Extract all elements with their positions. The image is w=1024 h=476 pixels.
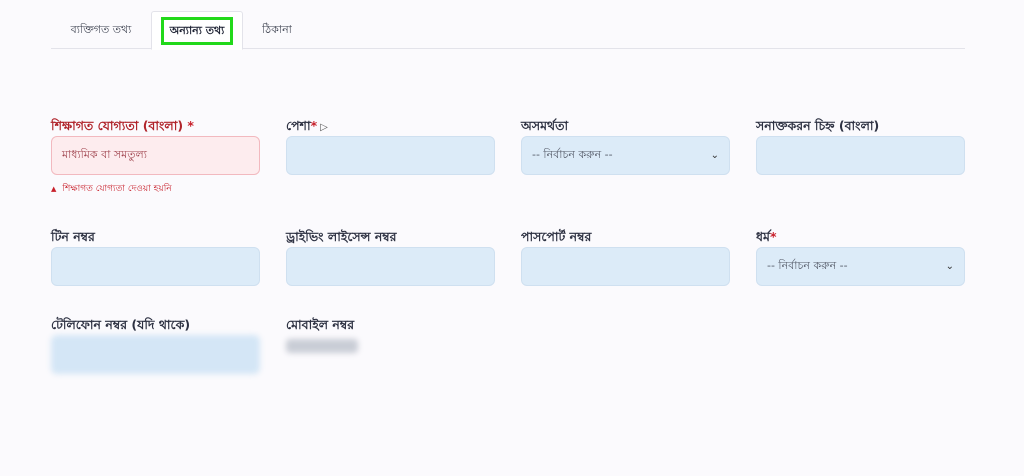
disability-field: অসমর্থতা -- নির্বাচন করুন -- ⌄: [521, 118, 730, 175]
tab-label: অন্যান্য তথ্য: [160, 16, 234, 45]
mouse-cursor-icon: ▷: [320, 122, 328, 133]
occupation-field: পেশা* ▷: [286, 118, 495, 175]
education-field: শিক্ষাগত যোগ্যতা (বাংলা) * মাধ্যমিক বা স…: [51, 118, 260, 196]
identification-mark-field: সনাক্তকরন চিহ্ন (বাংলা): [756, 118, 965, 175]
field-label: পাসপোর্ট নম্বর: [521, 229, 592, 244]
mobile-field: মোবাইল নম্বর: [286, 317, 495, 353]
tab-label: ব্যক্তিগত তথ্য: [70, 22, 132, 36]
driving-license-field: ড্রাইভিং লাইসেন্স নম্বর: [286, 229, 495, 286]
error-message: ▲ শিক্ষাগত যোগ্যতা দেওয়া হয়নি: [51, 184, 172, 194]
tab-bar: ব্যক্তিগত তথ্য অন্যান্য তথ্য ঠিকানা: [51, 11, 965, 50]
telephone-input[interactable]: [51, 335, 260, 374]
passport-input[interactable]: [521, 247, 730, 286]
tab-personal-info[interactable]: ব্যক্তিগত তথ্য: [51, 11, 151, 49]
tab-other-info[interactable]: অন্যান্য তথ্য: [151, 11, 243, 50]
field-label: সনাক্তকরন চিহ্ন (বাংলা): [756, 118, 880, 133]
education-input[interactable]: মাধ্যমিক বা সমতুল্য: [51, 136, 260, 175]
disability-select[interactable]: -- নির্বাচন করুন -- ⌄: [521, 136, 730, 175]
religion-select[interactable]: -- নির্বাচন করুন -- ⌄: [756, 247, 965, 286]
chevron-down-icon: ⌄: [945, 261, 954, 272]
occupation-input[interactable]: [286, 136, 495, 175]
mobile-value: [286, 339, 358, 353]
field-label: ড্রাইভিং লাইসেন্স নম্বর: [286, 229, 397, 244]
tin-field: টিন নম্বর: [51, 229, 260, 286]
field-label: মোবাইল নম্বর: [286, 317, 355, 332]
driving-license-input[interactable]: [286, 247, 495, 286]
identification-mark-input[interactable]: [756, 136, 965, 175]
religion-field: ধর্ম* -- নির্বাচন করুন -- ⌄: [756, 229, 965, 286]
tab-address[interactable]: ঠিকানা: [247, 11, 307, 49]
field-label: শিক্ষাগত যোগ্যতা (বাংলা) *: [51, 118, 194, 133]
field-label: টেলিফোন নম্বর (যদি থাকে): [51, 317, 191, 332]
passport-field: পাসপোর্ট নম্বর: [521, 229, 730, 286]
telephone-field: টেলিফোন নম্বর (যদি থাকে): [51, 317, 260, 374]
field-label: টিন নম্বর: [51, 229, 95, 244]
field-label: পেশা* ▷: [286, 118, 328, 133]
chevron-down-icon: ⌄: [710, 150, 719, 161]
field-label: অসমর্থতা: [521, 118, 569, 133]
tab-label: ঠিকানা: [262, 22, 292, 36]
tin-input[interactable]: [51, 247, 260, 286]
warning-triangle-icon: ▲: [51, 184, 57, 193]
field-label: ধর্ম*: [756, 229, 777, 244]
